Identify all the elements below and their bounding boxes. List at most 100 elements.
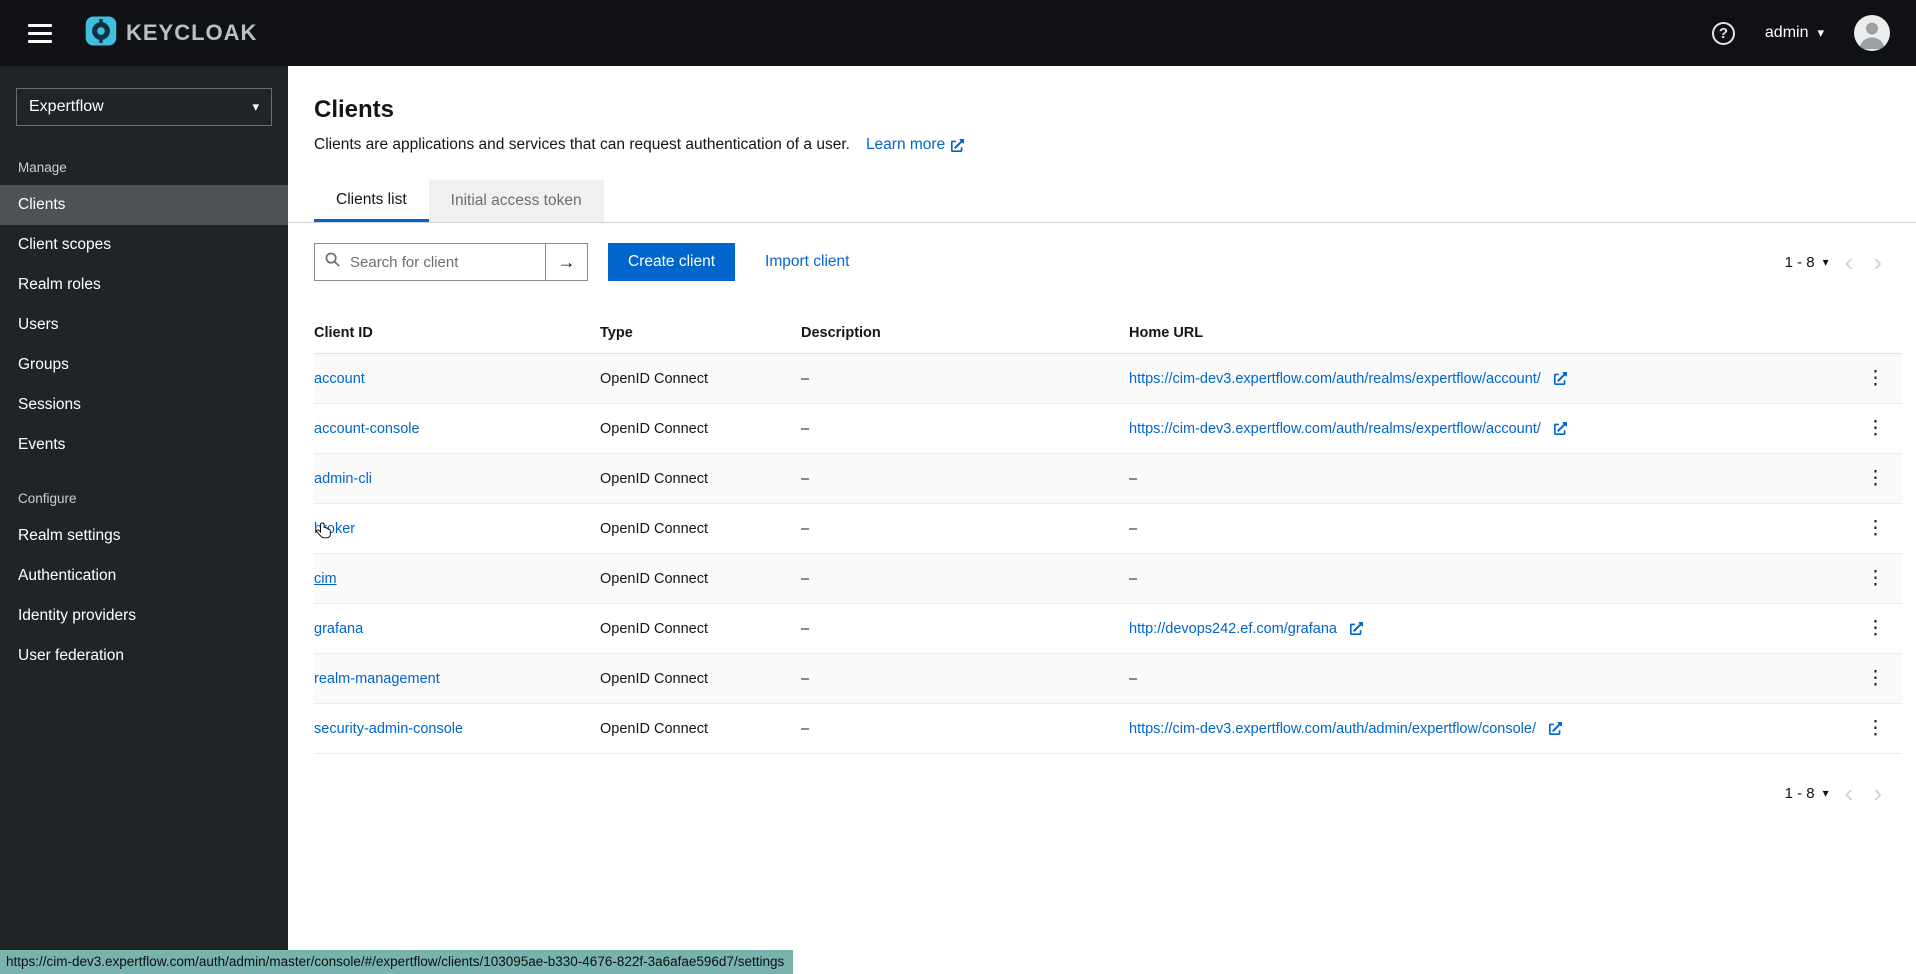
- client-type: OpenID Connect: [600, 554, 801, 604]
- pagination-prev-button[interactable]: ‹: [1835, 780, 1864, 806]
- kebab-menu-button[interactable]: ⋮: [1856, 515, 1896, 542]
- pagination-bottom: 1 - 8 ▾ ‹ ›: [1779, 780, 1892, 806]
- toolbar: → Create client Import client 1 - 8 ▾ ‹ …: [288, 223, 1916, 301]
- home-url-link[interactable]: https://cim-dev3.expertflow.com/auth/rea…: [1129, 371, 1541, 387]
- sidebar-item-sessions[interactable]: Sessions: [0, 385, 288, 425]
- pagination-range-label: 1 - 8: [1785, 785, 1815, 802]
- sidebar-item-users[interactable]: Users: [0, 305, 288, 345]
- sidebar-item-clients[interactable]: Clients: [0, 185, 288, 225]
- pagination-prev-button[interactable]: ‹: [1835, 249, 1864, 275]
- external-link-icon: [951, 139, 964, 152]
- sidebar-item-groups[interactable]: Groups: [0, 345, 288, 385]
- search-submit-button[interactable]: →: [546, 243, 588, 281]
- sidebar-item-realm-roles[interactable]: Realm roles: [0, 265, 288, 305]
- client-description: –: [801, 604, 1129, 654]
- empty-value-dash: –: [1129, 471, 1137, 487]
- keycloak-logo: KEYCLOAK: [84, 14, 257, 53]
- client-type: OpenID Connect: [600, 704, 801, 754]
- sidebar-item-realm-settings[interactable]: Realm settings: [0, 516, 288, 556]
- client-id-link[interactable]: account: [314, 371, 365, 387]
- search-group: →: [314, 243, 588, 281]
- home-url-link[interactable]: http://devops242.ef.com/grafana: [1129, 621, 1337, 637]
- help-glyph: ?: [1719, 25, 1728, 42]
- table-row: grafana OpenID Connect – http://devops24…: [314, 604, 1902, 654]
- table-header-row: Client IDTypeDescriptionHome URL: [314, 311, 1902, 354]
- client-type: OpenID Connect: [600, 654, 801, 704]
- empty-value-dash: –: [1129, 571, 1137, 587]
- client-id-link[interactable]: account-console: [314, 421, 420, 437]
- home-url-link[interactable]: https://cim-dev3.expertflow.com/auth/adm…: [1129, 721, 1536, 737]
- client-type: OpenID Connect: [600, 604, 801, 654]
- sidebar-item-authentication[interactable]: Authentication: [0, 556, 288, 596]
- client-description: –: [801, 404, 1129, 454]
- client-id-link[interactable]: security-admin-console: [314, 721, 463, 737]
- kebab-menu-button[interactable]: ⋮: [1856, 715, 1896, 742]
- hamburger-menu-icon[interactable]: [22, 13, 58, 54]
- user-avatar-icon: [1854, 15, 1890, 51]
- column-header-client-id: Client ID: [314, 311, 600, 354]
- pagination-next-button[interactable]: ›: [1863, 780, 1892, 806]
- sidebar-item-client-scopes[interactable]: Client scopes: [0, 225, 288, 265]
- column-header-description: Description: [801, 311, 1129, 354]
- kebab-menu-button[interactable]: ⋮: [1856, 615, 1896, 642]
- column-header-actions: [1850, 311, 1902, 354]
- empty-value-dash: –: [1129, 521, 1137, 537]
- user-menu-dropdown[interactable]: admin ▾: [1765, 24, 1824, 42]
- client-description: –: [801, 704, 1129, 754]
- help-icon[interactable]: ?: [1712, 22, 1735, 45]
- sidebar-item-events[interactable]: Events: [0, 425, 288, 465]
- external-link-icon: [1350, 622, 1363, 635]
- learn-more-label: Learn more: [866, 136, 945, 154]
- client-type: OpenID Connect: [600, 454, 801, 504]
- status-bar-url: https://cim-dev3.expertflow.com/auth/adm…: [0, 950, 793, 974]
- import-client-link[interactable]: Import client: [765, 253, 849, 271]
- client-home-url: https://cim-dev3.expertflow.com/auth/adm…: [1129, 704, 1850, 754]
- kebab-menu-button[interactable]: ⋮: [1856, 415, 1896, 442]
- search-icon: [325, 252, 340, 272]
- table-row: account-console OpenID Connect – https:/…: [314, 404, 1902, 454]
- brand-text: KEYCLOAK: [126, 20, 257, 46]
- table-row: admin-cli OpenID Connect – – ⋮: [314, 454, 1902, 504]
- client-type: OpenID Connect: [600, 354, 801, 404]
- realm-selector-dropdown[interactable]: Expertflow ▾: [16, 88, 272, 126]
- keycloak-logo-icon: [84, 14, 118, 53]
- pagination-range-dropdown[interactable]: 1 - 8 ▾: [1779, 253, 1835, 272]
- client-id-link[interactable]: realm-management: [314, 671, 440, 687]
- client-id-link[interactable]: cim: [314, 571, 337, 587]
- search-input[interactable]: [348, 253, 535, 272]
- pagination-next-button[interactable]: ›: [1863, 249, 1892, 275]
- sidebar-item-identity-providers[interactable]: Identity providers: [0, 596, 288, 636]
- client-id-link[interactable]: broker: [314, 521, 355, 537]
- search-box: [314, 243, 546, 281]
- kebab-menu-button[interactable]: ⋮: [1856, 365, 1896, 392]
- sidebar: Expertflow ▾ Manage ClientsClient scopes…: [0, 66, 288, 974]
- client-home-url: –: [1129, 504, 1850, 554]
- sidebar-nav: Manage ClientsClient scopesRealm rolesUs…: [0, 134, 288, 676]
- clients-table: Client IDTypeDescriptionHome URL account…: [314, 311, 1902, 754]
- learn-more-link[interactable]: Learn more: [866, 136, 964, 154]
- client-description: –: [801, 654, 1129, 704]
- kebab-menu-button[interactable]: ⋮: [1856, 465, 1896, 492]
- tab-clients-list[interactable]: Clients list: [314, 180, 429, 222]
- create-client-button[interactable]: Create client: [608, 243, 735, 281]
- pagination-range-dropdown[interactable]: 1 - 8 ▾: [1779, 784, 1835, 803]
- tab-initial-access-token[interactable]: Initial access token: [429, 180, 604, 222]
- kebab-menu-button[interactable]: ⋮: [1856, 665, 1896, 692]
- client-id-link[interactable]: admin-cli: [314, 471, 372, 487]
- pagination-top: 1 - 8 ▾ ‹ ›: [1779, 249, 1892, 275]
- table-row: cim OpenID Connect – – ⋮: [314, 554, 1902, 604]
- home-url-link[interactable]: https://cim-dev3.expertflow.com/auth/rea…: [1129, 421, 1541, 437]
- clients-table-body: account OpenID Connect – https://cim-dev…: [314, 354, 1902, 754]
- tab-bar: Clients list Initial access token: [288, 180, 1916, 223]
- page-title: Clients: [314, 96, 1892, 124]
- nav-section: Manage ClientsClient scopesRealm rolesUs…: [0, 134, 288, 465]
- avatar[interactable]: [1854, 15, 1890, 51]
- column-header-home-url: Home URL: [1129, 311, 1850, 354]
- table-row: broker OpenID Connect – – ⋮: [314, 504, 1902, 554]
- chevron-down-icon: ▾: [252, 99, 259, 115]
- client-id-link[interactable]: grafana: [314, 621, 363, 637]
- client-description: –: [801, 504, 1129, 554]
- kebab-menu-button[interactable]: ⋮: [1856, 565, 1896, 592]
- page-subtitle: Clients are applications and services th…: [314, 136, 850, 154]
- sidebar-item-user-federation[interactable]: User federation: [0, 636, 288, 676]
